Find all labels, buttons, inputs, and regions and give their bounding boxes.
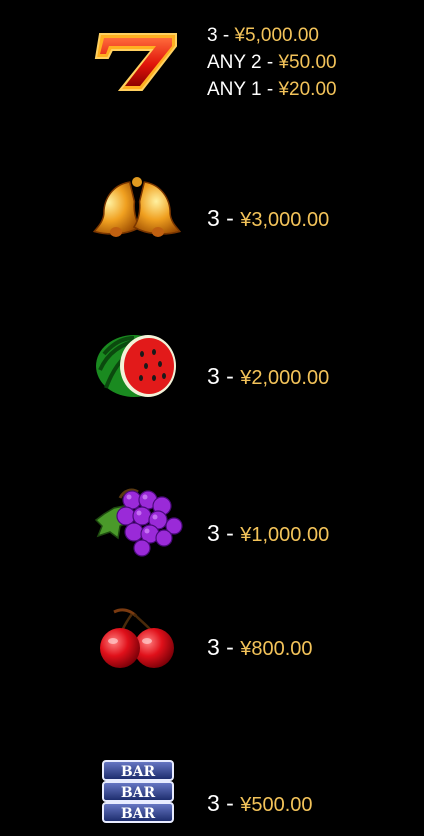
grape-icon (94, 488, 183, 557)
bell-icon (92, 177, 182, 237)
paytable-row-bell: 3 - ¥3,000.00 (0, 170, 424, 250)
payout-count: 3 (207, 790, 220, 816)
payout-line: ANY 2 - ¥50.00 (207, 49, 337, 76)
payout-count: 3 (207, 25, 218, 46)
payout-amount: ¥800.00 (240, 638, 313, 660)
separator: - (219, 634, 241, 660)
bar-label: BAR (121, 806, 156, 822)
paytable-row-bar: BAR BAR BAR 3 - ¥500.00 (0, 758, 424, 826)
payout-amount: ¥1,000.00 (240, 524, 330, 546)
cherry-icon (100, 608, 174, 668)
paytable-row-watermelon: 3 - ¥2,000.00 (0, 326, 424, 406)
payout-count: ANY 2 (207, 52, 262, 73)
separator: - (219, 520, 241, 546)
payout-count: ANY 1 (207, 79, 262, 100)
paytable-row-seven: 3 - ¥5,000.00 ANY 2 - ¥50.00 ANY 1 - ¥20… (0, 22, 424, 112)
payout-count: 3 (207, 634, 220, 660)
separator: - (261, 79, 279, 100)
payout-amount: ¥50.00 (278, 52, 337, 73)
payout-count: 3 (207, 205, 220, 231)
separator: - (217, 25, 235, 46)
payout-amount: ¥3,000.00 (240, 209, 330, 231)
payout-amount: ¥500.00 (240, 794, 313, 816)
payout-amount: ¥2,000.00 (240, 367, 330, 389)
separator: - (219, 363, 241, 389)
payout-count: 3 (207, 520, 220, 546)
separator: - (219, 790, 241, 816)
separator: - (219, 205, 241, 231)
payout-amount: ¥20.00 (278, 79, 337, 100)
bar-icon: BAR BAR BAR (102, 760, 174, 823)
payout-count: 3 (207, 363, 220, 389)
bar-label: BAR (121, 785, 156, 801)
separator: - (261, 52, 279, 73)
seven-icon (94, 33, 177, 91)
watermelon-icon (96, 335, 176, 397)
paytable-row-grape: 3 - ¥1,000.00 (0, 484, 424, 564)
payout-line: 3 - ¥5,000.00 (207, 22, 337, 49)
payout-line: ANY 1 - ¥20.00 (207, 76, 337, 103)
bar-label: BAR (121, 764, 156, 780)
paytable-row-cherry: 3 - ¥800.00 (0, 604, 424, 674)
payout-amount: ¥5,000.00 (234, 25, 319, 46)
